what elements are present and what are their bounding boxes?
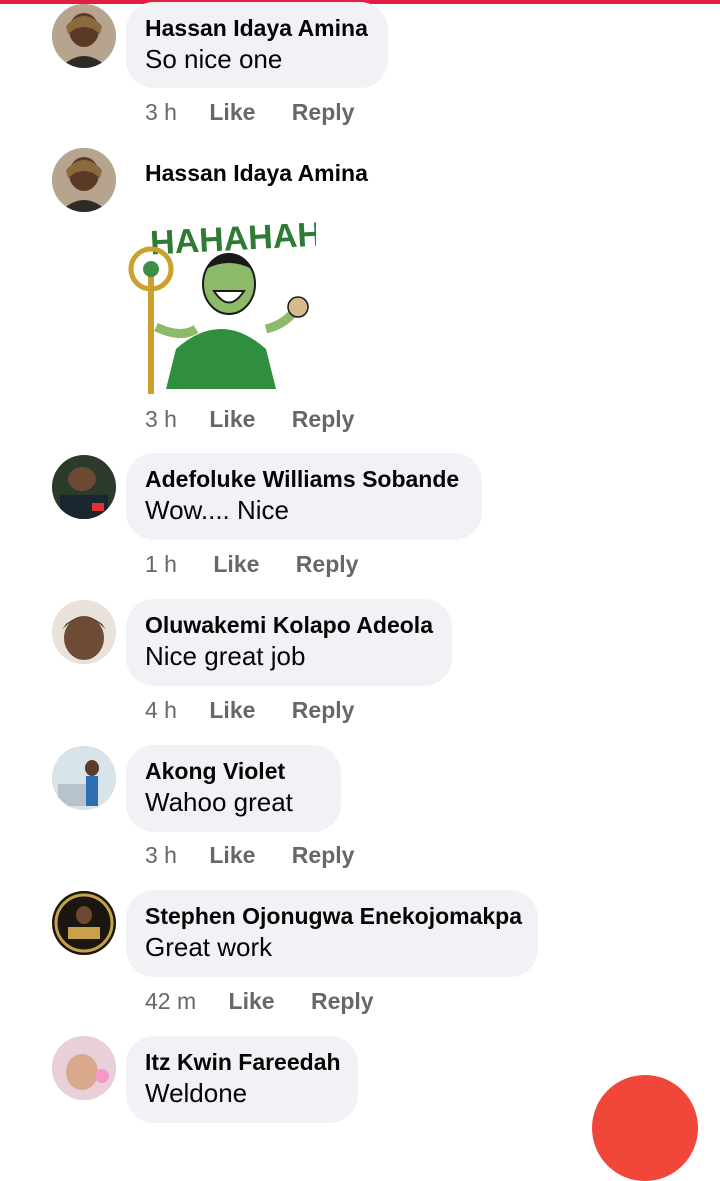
comment-bubble: Stephen Ojonugwa Enekojomakpa Great work xyxy=(126,890,538,977)
reply-button[interactable]: Reply xyxy=(296,550,359,578)
reply-button[interactable]: Reply xyxy=(292,98,355,126)
comment-actions: 42 m Like Reply xyxy=(145,987,374,1015)
comment-time[interactable]: 42 m xyxy=(145,987,196,1015)
comment-text: Wow.... Nice xyxy=(145,495,290,525)
avatar[interactable] xyxy=(52,148,116,212)
floating-action-button[interactable] xyxy=(592,1075,698,1181)
comment-text: So nice one xyxy=(145,44,283,74)
comment-time[interactable]: 3 h xyxy=(145,98,177,126)
commenter-name[interactable]: Itz Kwin Fareedah xyxy=(145,1048,341,1076)
comment-actions: 3 h Like Reply xyxy=(145,98,354,126)
reply-button[interactable]: Reply xyxy=(292,696,355,724)
comment-bubble: Hassan Idaya Amina So nice one xyxy=(126,2,388,88)
comment-actions: 1 h Like Reply xyxy=(145,550,358,578)
like-button[interactable]: Like xyxy=(209,405,255,433)
like-button[interactable]: Like xyxy=(209,98,255,126)
comment-time[interactable]: 3 h xyxy=(145,841,177,869)
comment-bubble: Akong Violet Wahoo great xyxy=(126,745,341,832)
comment-text: Weldone xyxy=(145,1078,248,1108)
commenter-name[interactable]: Hassan Idaya Amina xyxy=(145,14,368,42)
commenter-name[interactable]: Stephen Ojonugwa Enekojomakpa xyxy=(145,902,522,930)
like-button[interactable]: Like xyxy=(213,550,259,578)
like-button[interactable]: Like xyxy=(229,987,275,1015)
reply-button[interactable]: Reply xyxy=(292,841,355,869)
avatar[interactable] xyxy=(52,455,116,519)
comment-text: Nice great job xyxy=(145,641,306,671)
comment-text: Wahoo great xyxy=(145,787,293,817)
like-button[interactable]: Like xyxy=(209,696,255,724)
avatar[interactable] xyxy=(52,4,116,68)
laughing-villain-sticker[interactable]: HAHAHAHA xyxy=(126,209,347,394)
avatar[interactable] xyxy=(52,746,116,810)
commenter-name[interactable]: Akong Violet xyxy=(145,757,321,785)
commenter-name[interactable]: Adefoluke Williams Sobande xyxy=(145,465,462,493)
comment-time[interactable]: 4 h xyxy=(145,696,177,724)
comment-bubble: Itz Kwin Fareedah Weldone xyxy=(126,1036,358,1123)
comment-time[interactable]: 1 h xyxy=(145,550,177,578)
like-button[interactable]: Like xyxy=(209,841,255,869)
comment-actions: 4 h Like Reply xyxy=(145,696,354,724)
commenter-name[interactable]: Oluwakemi Kolapo Adeola xyxy=(145,611,433,639)
reply-button[interactable]: Reply xyxy=(292,405,355,433)
avatar[interactable] xyxy=(52,1036,116,1100)
comment-text: Great work xyxy=(145,932,273,962)
avatar[interactable] xyxy=(52,600,116,664)
comment-actions: 3 h Like Reply xyxy=(145,405,354,433)
comment-actions: 3 h Like Reply xyxy=(145,841,354,869)
comment-bubble: Adefoluke Williams Sobande Wow.... Nice xyxy=(126,453,482,540)
comment-time[interactable]: 3 h xyxy=(145,405,177,433)
commenter-name[interactable]: Hassan Idaya Amina xyxy=(145,159,368,187)
comment-bubble: Oluwakemi Kolapo Adeola Nice great job xyxy=(126,599,452,686)
reply-button[interactable]: Reply xyxy=(311,987,374,1015)
avatar[interactable] xyxy=(52,891,116,955)
